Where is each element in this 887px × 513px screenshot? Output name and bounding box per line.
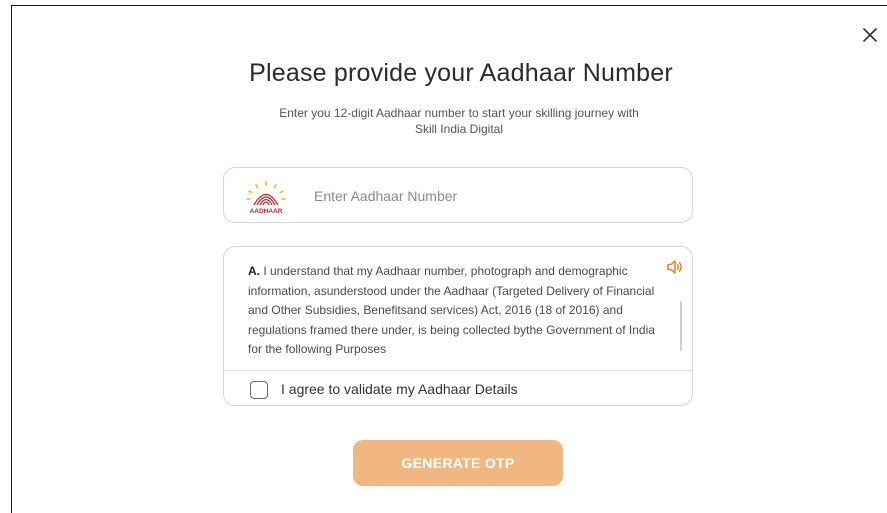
speaker-icon[interactable]: [666, 259, 684, 275]
aadhaar-number-input[interactable]: [312, 182, 676, 210]
dialog-subtitle: Enter you 12-digit Aadhaar number to sta…: [279, 106, 639, 136]
close-icon: [863, 28, 877, 42]
generate-otp-button[interactable]: GENERATE OTP: [353, 440, 563, 486]
consent-prefix: A.: [248, 264, 260, 278]
consent-scrollbar[interactable]: [680, 301, 682, 351]
close-button[interactable]: [860, 25, 880, 45]
consent-text-area[interactable]: A. I understand that my Aadhaar number, …: [248, 262, 660, 370]
consent-box: A. I understand that my Aadhaar number, …: [223, 246, 693, 406]
aadhaar-logo-icon: AADHAAR: [246, 181, 286, 215]
agree-checkbox[interactable]: [250, 381, 268, 399]
consent-text: I understand that my Aadhaar number, pho…: [248, 264, 655, 356]
agree-checkbox-row[interactable]: I agree to validate my Aadhaar Details: [250, 379, 518, 401]
agree-label: I agree to validate my Aadhaar Details: [281, 381, 518, 397]
aadhaar-dialog: Please provide your Aadhaar Number Enter…: [11, 5, 887, 513]
consent-divider: [224, 370, 692, 371]
dialog-title: Please provide your Aadhaar Number: [249, 59, 673, 87]
aadhaar-input-box: AADHAAR: [223, 167, 693, 223]
aadhaar-logo-text: AADHAAR: [250, 208, 283, 215]
